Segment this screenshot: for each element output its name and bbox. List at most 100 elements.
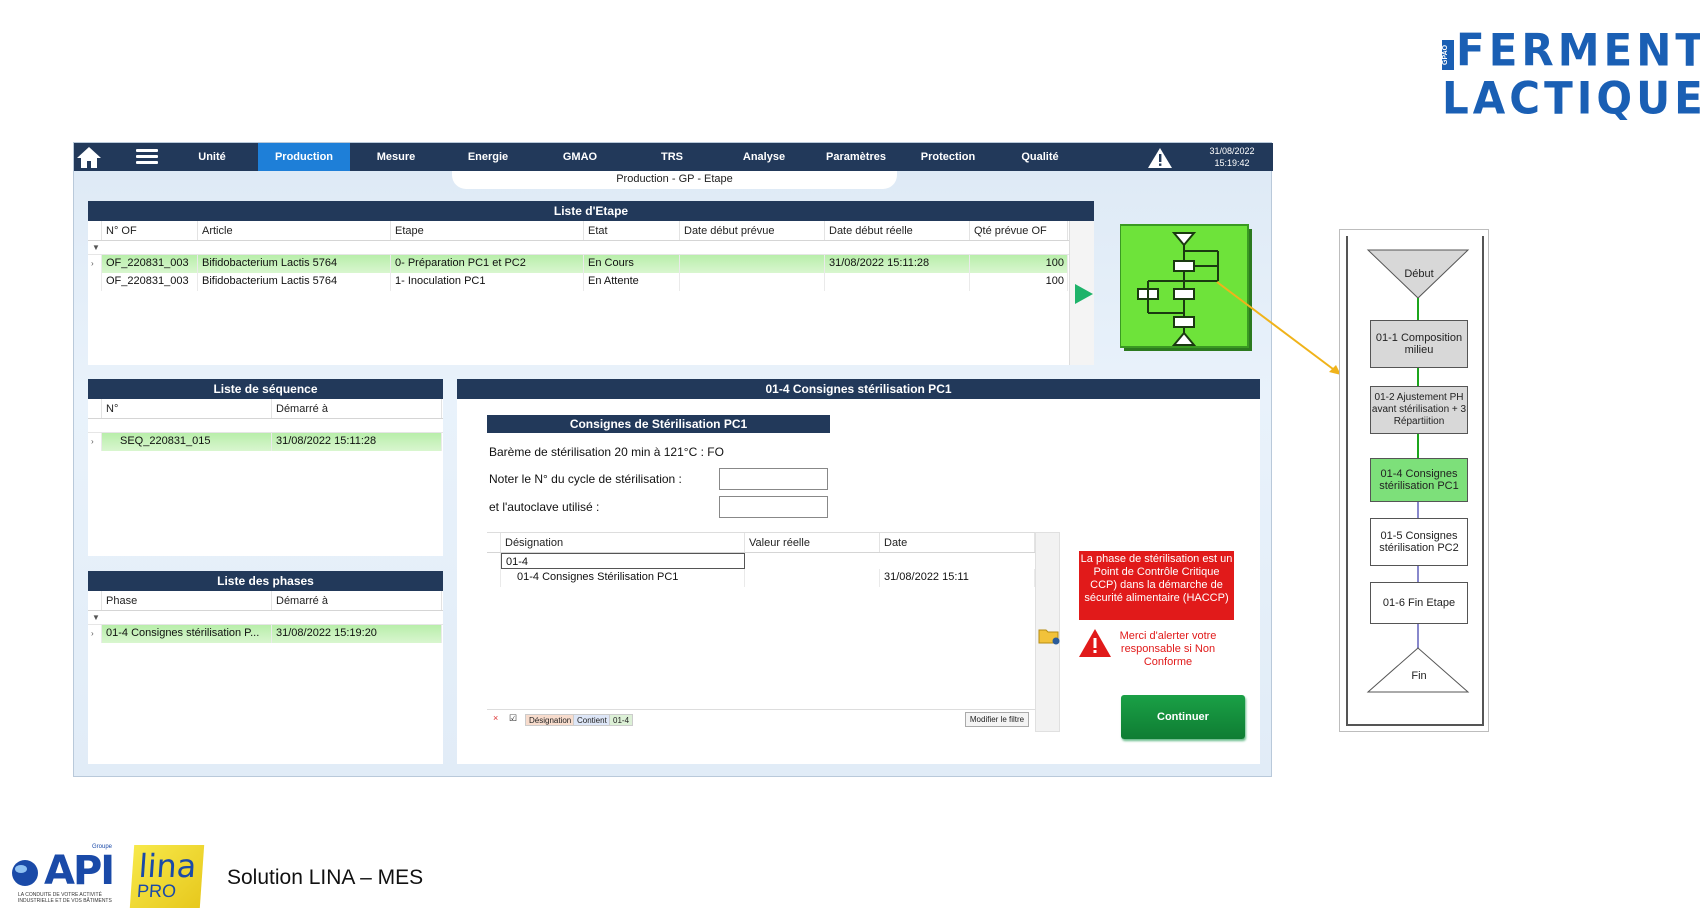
- nav-parametres[interactable]: Paramètres: [810, 143, 902, 171]
- col-header[interactable]: Valeur réelle: [745, 533, 880, 552]
- flow-step[interactable]: 01-6 Fin Etape: [1370, 582, 1468, 624]
- row-indicator-icon: ›: [88, 433, 102, 451]
- subsection-title: Consignes de Stérilisation PC1: [487, 415, 830, 433]
- designation-grid: Désignation Valeur réelle Date 01-4 01-4…: [487, 532, 1035, 726]
- filter-bar: × ☑ Désignation Contient 01-4 Modifier l…: [487, 709, 1035, 727]
- cycle-label: Noter le N° du cycle de stérilisation :: [489, 472, 682, 486]
- col-header[interactable]: Date début réelle: [825, 221, 970, 240]
- cycle-number-input[interactable]: [719, 468, 828, 490]
- nav-protection[interactable]: Protection: [902, 143, 994, 171]
- table-row[interactable]: › OF_220831_003 Bifidobacterium Lactis 5…: [88, 255, 1094, 273]
- col-header[interactable]: Article: [198, 221, 391, 240]
- etape-grid-header: N° OF Article Etape Etat Date début prév…: [88, 221, 1094, 241]
- cell: 0- Préparation PC1 et PC2: [391, 255, 584, 273]
- flow-step[interactable]: 01-2 Ajustement PH avant stérilisation +…: [1370, 386, 1468, 434]
- cell: 100: [970, 273, 1068, 291]
- col-header[interactable]: Etat: [584, 221, 680, 240]
- table-row[interactable]: › 01-4 Consignes stérilisation P... 31/0…: [88, 625, 443, 643]
- hamburger-menu-icon[interactable]: [136, 149, 158, 165]
- filter-chip: Contient: [573, 714, 611, 726]
- flow-step[interactable]: 01-5 Consignes stérilisation PC2: [1370, 518, 1468, 566]
- col-header[interactable]: N° OF: [102, 221, 198, 240]
- app-window: Unité Production Mesure Energie GMAO TRS…: [73, 142, 1273, 777]
- phase-grid-header: Phase Démarré à: [88, 591, 443, 611]
- cell: 01-4 Consignes stérilisation P...: [102, 625, 272, 643]
- flow-step-active[interactable]: 01-4 Consignes stérilisation PC1: [1370, 458, 1468, 502]
- nav-energie[interactable]: Energie: [442, 143, 534, 171]
- col-header[interactable]: Etape: [391, 221, 584, 240]
- cell: Bifidobacterium Lactis 5764: [198, 255, 391, 273]
- nav-mesure[interactable]: Mesure: [350, 143, 442, 171]
- filter-row-icon[interactable]: ▼: [88, 611, 443, 625]
- cell: [745, 569, 880, 587]
- phase-panel-title: Liste des phases: [88, 571, 443, 591]
- api-text: API: [44, 848, 115, 894]
- next-arrow-icon[interactable]: [1075, 284, 1093, 304]
- sequence-panel-title: Liste de séquence: [88, 379, 443, 399]
- cell: 31/08/2022 15:11: [880, 569, 1035, 587]
- nav-analyse[interactable]: Analyse: [718, 143, 810, 171]
- connector-arrow: [1216, 281, 1341, 375]
- col-header[interactable]: Date début prévue: [680, 221, 825, 240]
- autoclave-input[interactable]: [719, 496, 828, 518]
- nav-qualite[interactable]: Qualité: [994, 143, 1086, 171]
- nav-production[interactable]: Production: [258, 143, 350, 171]
- folder-icon[interactable]: [1038, 627, 1060, 645]
- table-row[interactable]: 01-4 Consignes Stérilisation PC1 31/08/2…: [487, 569, 1035, 587]
- col-header[interactable]: Démarré à: [272, 591, 442, 610]
- brand-line2: LACTIQUES: [1442, 72, 1700, 125]
- table-row[interactable]: OF_220831_003 Bifidobacterium Lactis 576…: [88, 273, 1094, 291]
- etape-panel-title: Liste d'Etape: [88, 201, 1094, 221]
- filter-row-icon[interactable]: ▼: [88, 241, 1094, 255]
- api-tagline: LA CONDUITE DE VOTRE ACTIVITÉ INDUSTRIEL…: [18, 892, 112, 904]
- cell: 1- Inoculation PC1: [391, 273, 584, 291]
- continue-button[interactable]: Continuer: [1121, 695, 1245, 739]
- col-header[interactable]: N°: [102, 399, 272, 418]
- nav-trs[interactable]: TRS: [626, 143, 718, 171]
- cell: Bifidobacterium Lactis 5764: [198, 273, 391, 291]
- home-icon[interactable]: [74, 143, 104, 171]
- flow-step[interactable]: 01-1 Composition milieu: [1370, 320, 1468, 368]
- cell: [680, 255, 825, 273]
- datetime: 31/08/2022 15:19:42: [1199, 145, 1265, 169]
- cell: En Attente: [584, 273, 680, 291]
- table-row[interactable]: › SEQ_220831_015 31/08/2022 15:11:28: [88, 433, 443, 451]
- col-header[interactable]: Désignation: [501, 533, 745, 552]
- cell: OF_220831_003: [102, 255, 198, 273]
- filter-chip: 01-4: [609, 714, 634, 726]
- warning-icon[interactable]: [1147, 147, 1173, 169]
- main-panel-title: 01-4 Consignes stérilisation PC1: [457, 379, 1260, 399]
- lina-pro-logo: lina PRO: [129, 845, 205, 908]
- cell: 100: [970, 255, 1068, 273]
- modify-filter-button[interactable]: Modifier le filtre: [965, 712, 1029, 727]
- phase-detail-panel: 01-4 Consignes stérilisation PC1 Consign…: [457, 379, 1260, 764]
- filter-row[interactable]: [88, 419, 443, 433]
- autoclave-label: et l'autoclave utilisé :: [489, 500, 600, 514]
- gpao-tag: GPAO: [1442, 40, 1454, 70]
- api-logo: API Groupe LA CONDUITE DE VOTRE ACTIVITÉ…: [10, 844, 116, 908]
- phase-flow-diagram: Début 01-1 Composition milieu 01-2 Ajust…: [1339, 229, 1489, 732]
- col-header[interactable]: Date: [880, 533, 1035, 552]
- time-text: 15:19:42: [1214, 158, 1250, 168]
- row-indicator-icon: ›: [88, 255, 102, 273]
- col-header[interactable]: Qté prévue OF: [970, 221, 1068, 240]
- cell: [680, 273, 825, 291]
- checkbox-icon[interactable]: ☑: [509, 713, 517, 724]
- filter-row: 01-4: [487, 553, 1035, 569]
- haccp-notice: La phase de stérilisation est un Point d…: [1079, 551, 1234, 620]
- cell: SEQ_220831_015: [102, 433, 272, 451]
- nav-unite[interactable]: Unité: [166, 143, 258, 171]
- clear-filter-icon[interactable]: ×: [493, 713, 498, 723]
- cell: 31/08/2022 15:11:28: [825, 255, 970, 273]
- bareme-text: Barème de stérilisation 20 min à 121°C :…: [489, 445, 724, 459]
- row-indicator-icon: ›: [88, 625, 102, 643]
- brand-line1: FERMENTS: [1456, 24, 1700, 77]
- globe-icon: [12, 860, 38, 886]
- ferments-lactiques-logo: GPAO FERMENTS LACTIQUES: [1442, 25, 1700, 124]
- phase-list-panel: Liste des phases Phase Démarré à ▼ › 01-…: [88, 571, 443, 764]
- col-header[interactable]: Phase: [102, 591, 272, 610]
- nav-gmao[interactable]: GMAO: [534, 143, 626, 171]
- designation-filter-input[interactable]: 01-4: [501, 553, 745, 569]
- cell: [825, 273, 970, 291]
- col-header[interactable]: Démarré à: [272, 399, 442, 418]
